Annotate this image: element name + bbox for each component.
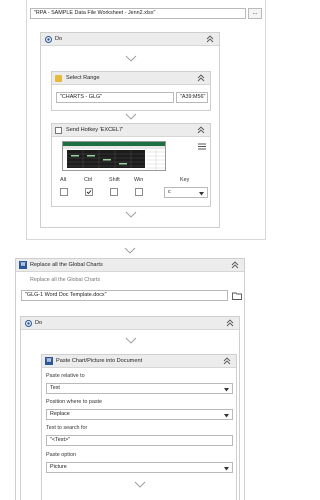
paste-relative-label: Paste relative to [46, 373, 85, 379]
collapse-icon[interactable] [223, 357, 231, 365]
outer-frame-right [265, 0, 266, 240]
do-block-1-header[interactable]: Do [41, 33, 219, 46]
do-block-1: Do Select Range "CHARTS - GLG" "A39:M56"… [40, 32, 220, 228]
alt-label: Alt [60, 177, 67, 183]
select-range-activity: Select Range "CHARTS - GLG" "A39:M56" [51, 71, 211, 111]
paste-chart-title: Paste Chart/Picture into Document [56, 358, 143, 364]
replace-charts-title: Replace all the Global Charts [30, 262, 103, 268]
paste-option-value: Picture [50, 464, 67, 470]
paste-chart-header[interactable]: W Paste Chart/Picture into Document [42, 355, 236, 368]
chevron-down-icon [134, 481, 146, 489]
chevron-down-icon [199, 191, 204, 196]
select-range-title: Select Range [66, 75, 100, 81]
search-text-label: Text to search for [46, 425, 88, 431]
outer-frame-bottom [26, 239, 266, 240]
workbook-path-input[interactable]: "RPA - SAMPLE Data File Worksheet - Jenn… [30, 8, 246, 19]
paste-relative-value: Text [50, 385, 60, 391]
chevron-down-icon [224, 466, 229, 471]
chevron-down-icon [125, 211, 137, 219]
chevron-down-icon [224, 387, 229, 392]
shift-label: Shift [109, 177, 120, 183]
position-value: Replace [50, 411, 70, 417]
win-checkbox[interactable] [135, 188, 143, 196]
alt-checkbox[interactable] [60, 188, 68, 196]
chevron-down-icon [125, 113, 137, 121]
replace-charts-activity: W Replace all the Global Charts Replace … [15, 258, 245, 500]
folder-icon[interactable] [232, 292, 242, 300]
excel-icon [55, 75, 62, 82]
sheet-name-input[interactable]: "CHARTS - GLG" [56, 92, 174, 103]
key-select-value: c [168, 189, 171, 195]
ctrl-label: Ctrl [84, 177, 93, 183]
paste-chart-activity: W Paste Chart/Picture into Document Past… [41, 354, 237, 500]
ctrl-checkbox[interactable] [85, 188, 93, 196]
target-screenshot-thumbnail[interactable] [62, 141, 166, 171]
send-hotkey-activity: Send Hotkey 'EXCEL7' Alt Ctrl Shift Win … [51, 123, 211, 207]
paste-option-label: Paste option [46, 452, 76, 458]
send-hotkey-header[interactable]: Send Hotkey 'EXCEL7' [52, 124, 210, 137]
do-block-2: Do W Paste Chart/Picture into Document P… [20, 316, 240, 500]
chevron-down-icon [125, 337, 137, 345]
search-text-input[interactable]: "<Test>" [46, 435, 233, 446]
word-doc-path-input[interactable]: "GLG-1 Word Doc Template.docx" [21, 290, 228, 301]
collapse-icon[interactable] [206, 35, 214, 43]
replace-charts-header[interactable]: W Replace all the Global Charts [16, 259, 244, 272]
replace-charts-subtitle: Replace all the Global Charts [30, 277, 101, 283]
win-label: Win [134, 177, 144, 183]
outer-frame-left [26, 0, 27, 240]
hotkey-icon [55, 127, 62, 134]
do-block-2-header[interactable]: Do [21, 317, 239, 330]
range-input[interactable]: "A39:M56" [176, 92, 208, 103]
do-icon [45, 36, 52, 43]
chevron-down-icon [124, 247, 136, 255]
browse-button[interactable]: ... [248, 8, 262, 19]
collapse-icon[interactable] [231, 261, 239, 269]
paste-relative-select[interactable]: Text [46, 383, 233, 394]
chevron-down-icon [125, 55, 137, 63]
shift-checkbox[interactable] [110, 188, 118, 196]
word-icon: W [45, 357, 53, 365]
key-label: Key [180, 177, 190, 183]
do-block-1-title: Do [55, 36, 63, 42]
do-icon [25, 320, 32, 327]
paste-option-select[interactable]: Picture [46, 462, 233, 473]
select-range-header[interactable]: Select Range [52, 72, 210, 85]
send-hotkey-title: Send Hotkey 'EXCEL7' [66, 127, 124, 133]
collapse-icon[interactable] [197, 74, 205, 82]
hamburger-icon[interactable] [198, 143, 206, 150]
word-icon: W [19, 261, 27, 269]
collapse-icon[interactable] [197, 126, 205, 134]
collapse-icon[interactable] [226, 319, 234, 327]
key-select[interactable]: c [164, 187, 208, 198]
position-select[interactable]: Replace [46, 409, 233, 420]
chevron-down-icon [224, 413, 229, 418]
do-block-2-title: Do [35, 320, 43, 326]
position-label: Position where to paste [46, 399, 103, 405]
